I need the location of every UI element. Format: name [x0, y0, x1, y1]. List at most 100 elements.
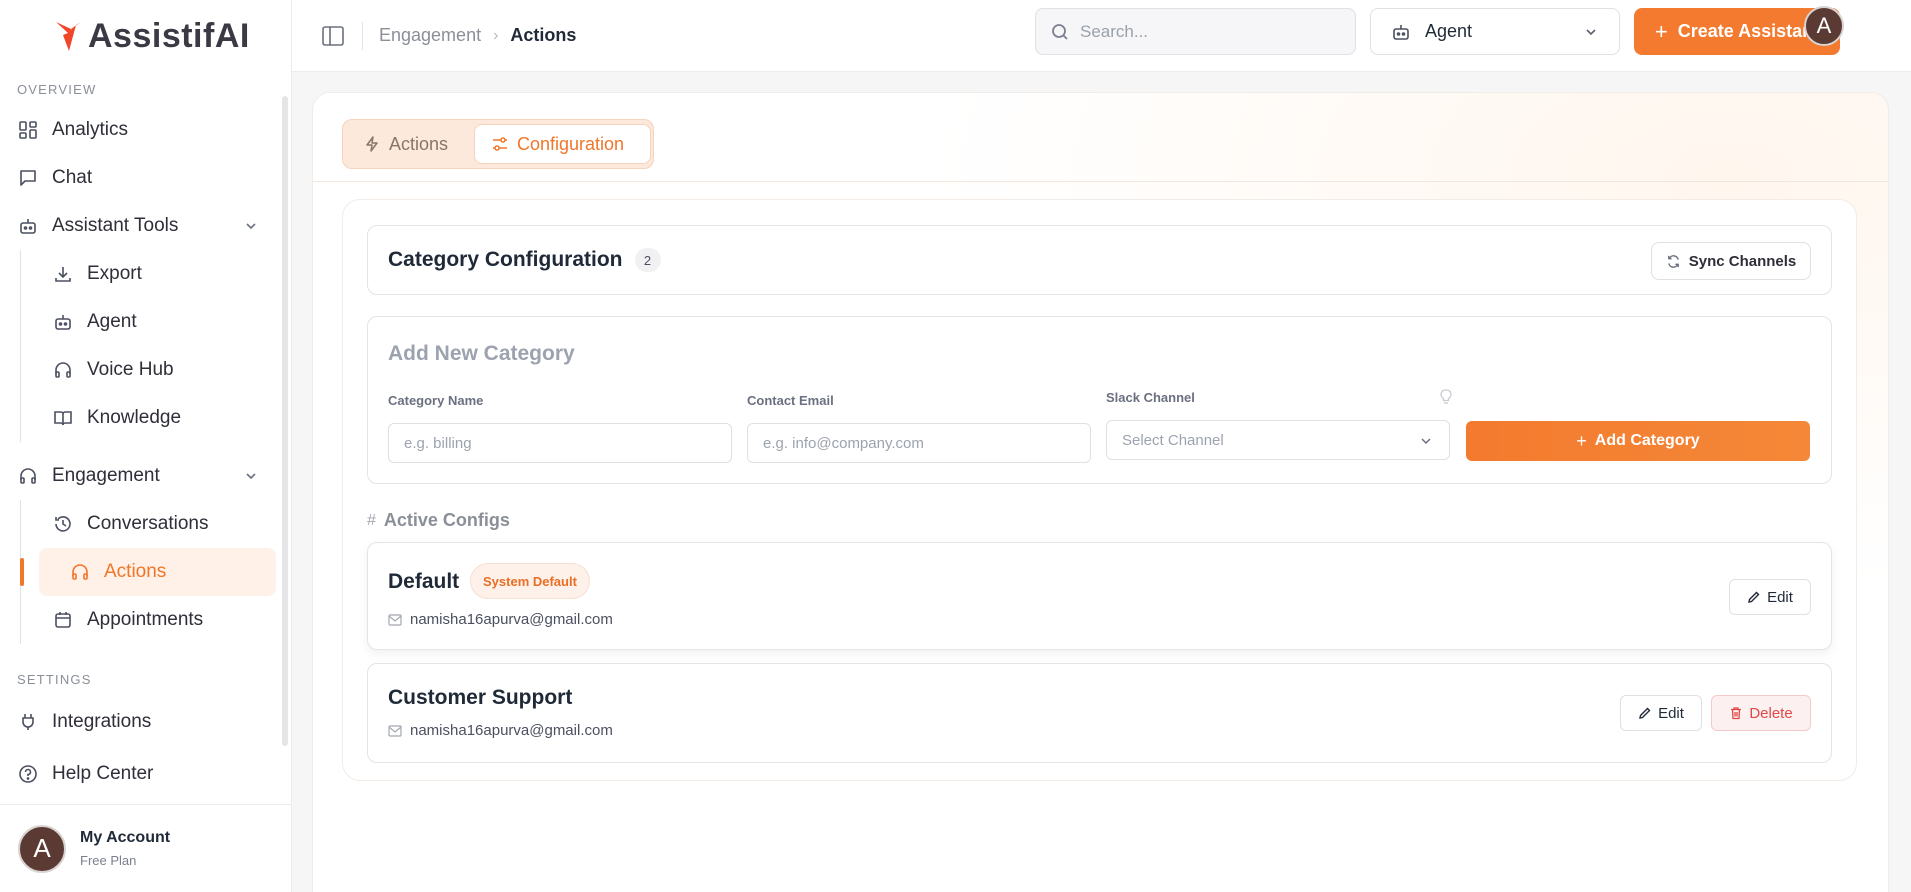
sidebar-nav: OVERVIEW Analytics Chat Assistant Tools [0, 72, 291, 804]
bot-icon [17, 215, 39, 237]
config-email-value: namisha16apurva@gmail.com [410, 722, 613, 739]
sidebar-item-export[interactable]: Export [21, 250, 291, 298]
calendar-icon [52, 609, 74, 631]
main-content: Actions Configuration Category Configura… [312, 92, 1889, 892]
avatar: A [18, 824, 66, 873]
contact-email-label: Contact Email [747, 393, 834, 408]
config-card-default: Default System Default namisha16apurva@g… [367, 542, 1832, 650]
tab-configuration[interactable]: Configuration [474, 124, 651, 164]
lightbulb-icon[interactable] [1439, 389, 1453, 405]
sidebar-item-analytics[interactable]: Analytics [0, 106, 291, 154]
sidebar-item-engagement[interactable]: Engagement [0, 452, 291, 500]
breadcrumb-actions: Actions [510, 25, 577, 45]
chevron-down-icon[interactable] [243, 218, 259, 234]
sidebar-scrollbar[interactable] [282, 96, 288, 746]
page-title: Category Configuration [388, 248, 623, 271]
sidebar-item-help-center[interactable]: Help Center [0, 748, 291, 800]
sidebar-item-conversations[interactable]: Conversations [21, 500, 291, 548]
slack-channel-label: Slack Channel [1106, 390, 1195, 405]
sidebar-toggle-icon[interactable] [320, 23, 346, 49]
delete-label: Delete [1749, 704, 1793, 722]
add-category-form: Add New Category Category Name e.g. bill… [367, 316, 1832, 484]
headphones-icon [69, 561, 91, 583]
sidebar-item-assistant-tools[interactable]: Assistant Tools [0, 202, 291, 250]
account-name: My Account [80, 829, 171, 846]
sidebar-item-label: Agent [87, 311, 137, 332]
bot-icon [1393, 24, 1409, 40]
topbar-divider [362, 21, 363, 50]
sync-channels-button[interactable]: Sync Channels [1651, 242, 1811, 280]
download-icon [52, 263, 74, 285]
sidebar-item-label: Appointments [87, 609, 204, 630]
brand-name: AssistifAI [88, 16, 250, 55]
sidebar-item-label: Chat [52, 167, 93, 188]
edit-label: Edit [1767, 588, 1793, 606]
tab-actions-label: Actions [389, 133, 449, 154]
sidebar-item-actions[interactable]: Actions [20, 548, 276, 596]
edit-button[interactable]: Edit [1620, 695, 1702, 731]
book-icon [52, 407, 74, 429]
bot-icon [52, 311, 74, 333]
tab-configuration-label: Configuration [517, 133, 625, 154]
configuration-panel: Category Configuration 2 Sync Channels A… [342, 199, 1857, 781]
sidebar: AssistifAI OVERVIEW Analytics Chat Assis… [0, 0, 292, 892]
chevron-down-icon [1421, 438, 1431, 445]
headphones-icon [52, 359, 74, 381]
config-email: namisha16apurva@gmail.com [388, 611, 613, 628]
config-name: Default [388, 570, 460, 593]
engagement-submenu: Conversations Actions Appointments [20, 500, 291, 644]
account-menu[interactable]: A My Account Free Plan [0, 804, 291, 892]
sidebar-item-label: Knowledge [87, 407, 182, 428]
plus-icon: + [1654, 18, 1668, 44]
sidebar-item-voice-hub[interactable]: Voice Hub [21, 346, 291, 394]
plus-icon: + [1576, 430, 1587, 451]
slack-channel-select[interactable]: Select Channel [1106, 420, 1450, 460]
category-config-header: Category Configuration 2 Sync Channels [367, 225, 1832, 295]
sidebar-item-label: Export [87, 263, 142, 284]
sidebar-section-overview: OVERVIEW [17, 81, 97, 97]
tab-divider [313, 181, 1888, 182]
sidebar-item-appointments[interactable]: Appointments [21, 596, 291, 644]
assistant-tools-submenu: Export Agent Voice Hub Knowledge [20, 250, 291, 442]
category-name-input[interactable]: e.g. billing [388, 423, 732, 463]
lightning-icon [366, 136, 378, 152]
tab-bar: Actions Configuration [342, 119, 654, 169]
mail-icon [388, 724, 402, 737]
sidebar-item-label: Analytics [52, 119, 129, 140]
delete-button[interactable]: Delete [1711, 695, 1811, 731]
chevron-down-icon[interactable] [243, 468, 259, 484]
sidebar-item-chat[interactable]: Chat [0, 154, 291, 202]
create-assistant-label: Create Assistant [1677, 21, 1820, 41]
chevron-right-icon: › [493, 26, 499, 44]
search-placeholder: Search... [1080, 21, 1149, 41]
breadcrumb-engagement[interactable]: Engagement [379, 25, 481, 46]
sidebar-item-label: Voice Hub [87, 359, 174, 380]
add-category-title: Add New Category [388, 342, 575, 365]
edit-button[interactable]: Edit [1729, 579, 1811, 615]
plug-icon [17, 711, 39, 733]
slack-channel-placeholder: Select Channel [1122, 431, 1224, 449]
sidebar-item-knowledge[interactable]: Knowledge [21, 394, 291, 442]
sidebar-item-label: Assistant Tools [52, 215, 179, 236]
sliders-icon [493, 137, 507, 151]
brand-logo[interactable]: AssistifAI [0, 0, 291, 72]
grid-icon [17, 119, 39, 141]
mail-icon [388, 613, 402, 626]
pencil-icon [1748, 591, 1760, 603]
sidebar-item-label: Actions [104, 561, 167, 582]
add-category-label: Add Category [1594, 432, 1700, 449]
user-avatar[interactable]: A [1804, 6, 1844, 46]
sidebar-item-integrations[interactable]: Integrations [0, 696, 291, 748]
topbar: Engagement › Actions Search... Agent + C… [292, 0, 1911, 72]
logo-mark-icon [56, 22, 81, 51]
contact-email-input[interactable]: e.g. info@company.com [747, 423, 1091, 463]
edit-label: Edit [1658, 704, 1684, 722]
agent-select[interactable]: Agent [1370, 8, 1620, 55]
search-input[interactable]: Search... [1035, 8, 1356, 55]
config-name: Customer Support [388, 686, 573, 709]
history-icon [52, 513, 74, 535]
sidebar-item-agent[interactable]: Agent [21, 298, 291, 346]
tab-actions[interactable]: Actions [363, 124, 448, 164]
config-card-customer-support: Customer Support namisha16apurva@gmail.c… [367, 663, 1832, 763]
add-category-button[interactable]: + Add Category [1466, 421, 1810, 461]
